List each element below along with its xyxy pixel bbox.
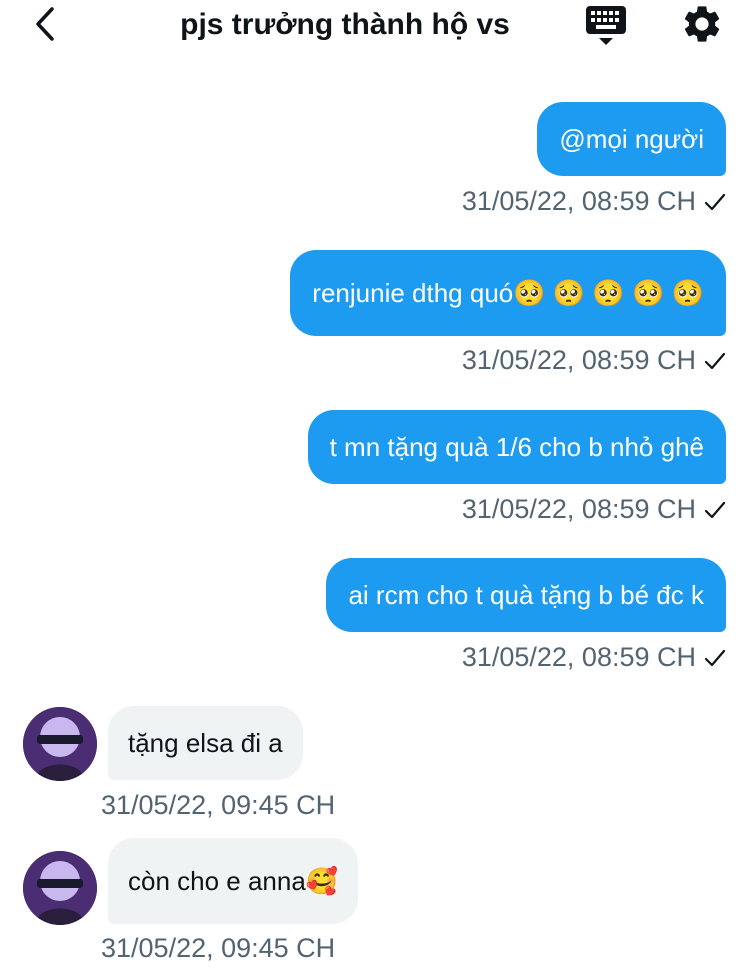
outgoing-message-bubble[interactable]: @mọi người <box>537 102 726 176</box>
message-text: ai rcm cho t quà tặng b bé đc k <box>348 580 704 610</box>
outgoing-message-bubble[interactable]: ai rcm cho t quà tặng b bé đc k <box>326 558 726 632</box>
avatar-image <box>23 707 97 781</box>
gear-icon[interactable] <box>680 2 724 46</box>
avatar-image <box>23 851 97 925</box>
message-text: t mn tặng quà 1/6 cho b nhỏ ghê <box>329 432 704 462</box>
message-timestamp: 31/05/22, 09:45 CH <box>101 790 336 820</box>
message-timestamp: 31/05/22, 09:45 CH <box>101 933 336 963</box>
incoming-message-bubble[interactable]: còn cho e anna🥰 <box>108 838 359 924</box>
checkmark-icon <box>704 649 726 667</box>
outgoing-message-bubble[interactable]: renjunie dthg quó🥺 🥺 🥺 🥺 🥺 <box>290 250 726 336</box>
message-text: tặng elsa đi a <box>128 728 283 758</box>
incoming-message-bubble[interactable]: tặng elsa đi a <box>108 706 303 780</box>
keyboard-icon[interactable] <box>584 2 628 48</box>
conversation-title: pjs trưởng thành hộ vs <box>180 8 510 41</box>
outgoing-message-bubble[interactable]: t mn tặng quà 1/6 cho b nhỏ ghê <box>307 410 726 484</box>
message-text: renjunie dthg quó🥺 🥺 🥺 🥺 🥺 <box>312 278 704 308</box>
checkmark-icon <box>704 352 726 370</box>
chat-header: pjs trưởng thành hộ vs <box>0 0 750 50</box>
message-timestamp: 31/05/22, 08:59 CH <box>462 344 726 376</box>
avatar[interactable] <box>23 707 97 781</box>
avatar[interactable] <box>23 851 97 925</box>
message-text: @mọi người <box>559 124 704 154</box>
message-text: còn cho e anna🥰 <box>128 866 339 896</box>
checkmark-icon <box>704 193 726 211</box>
message-timestamp: 31/05/22, 08:59 CH <box>462 185 726 217</box>
chevron-left-icon[interactable] <box>28 4 68 44</box>
checkmark-icon <box>704 501 726 519</box>
message-timestamp: 31/05/22, 08:59 CH <box>462 641 726 673</box>
message-timestamp: 31/05/22, 08:59 CH <box>462 493 726 525</box>
